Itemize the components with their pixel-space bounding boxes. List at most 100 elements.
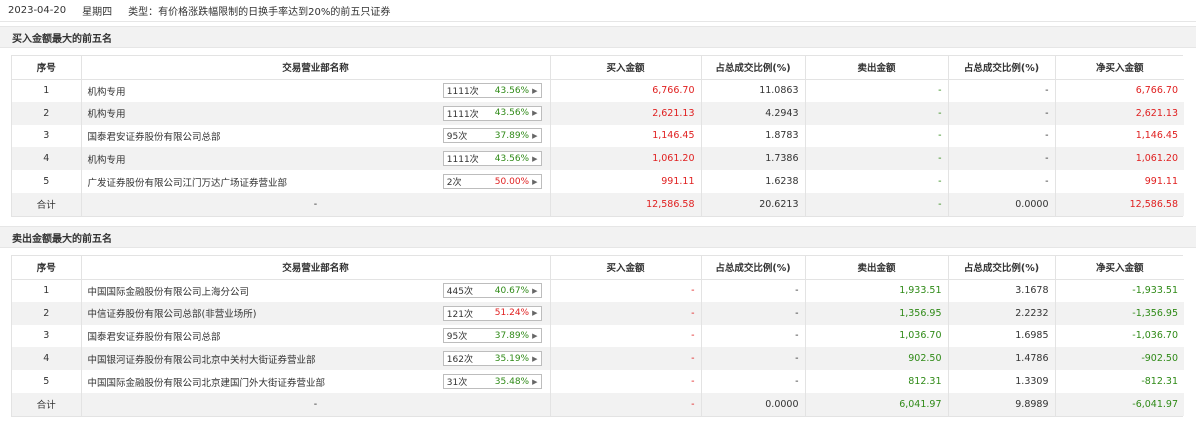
chevron-right-icon: ▶ <box>532 86 538 95</box>
buy-amount-cell: 6,766.70 <box>550 79 702 102</box>
branch-name: 机构专用 <box>87 86 126 98</box>
branch-name: 机构专用 <box>87 154 126 166</box>
buy-ratio-cell: - <box>701 279 806 302</box>
success-rate: 43.56% <box>494 85 530 96</box>
net-buy-cell: -1,933.51 <box>1055 279 1184 302</box>
sell-ratio-cell: - <box>948 101 1056 125</box>
total-buy-amount: 12,586.58 <box>550 192 702 216</box>
rank-cell: 5 <box>12 370 82 393</box>
total-buy-ratio: 0.0000 <box>701 392 806 416</box>
buy-ratio-cell: - <box>701 301 806 325</box>
table-row: 4 中国银河证券股份有限公司北京中关村大街证券营业部 162次 35.19% ▶ - -90… <box>12 347 1184 371</box>
chevron-right-icon: ▶ <box>532 109 538 118</box>
branch-stats-badge[interactable]: 95次 37.89% ▶ <box>442 328 542 344</box>
buy-amount-cell: 1,061.20 <box>550 147 702 171</box>
branch-stats-badge[interactable]: 31次 35.48% ▶ <box>442 374 542 390</box>
total-net-buy: 12,586.58 <box>1055 192 1184 216</box>
table-row: 1 机构专用 1111次 43.56% ▶ 6,766.70 11.0863- -6,766.… <box>12 79 1184 102</box>
branch-cell: 中国国际金融股份有限公司北京建国门外大街证券营业部 31次 35.48% ▶ <box>81 370 551 393</box>
buy-amount-cell: - <box>550 347 702 371</box>
listing-count: 1111次 <box>446 155 479 166</box>
branch-stats-badge[interactable]: 445次 40.67% ▶ <box>442 283 542 299</box>
table-row: 3 国泰君安证券股份有限公司总部 95次 37.89% ▶ - -1,036.70 1.698… <box>12 324 1184 348</box>
net-buy-cell: 6,766.70 <box>1055 79 1184 102</box>
sell-amount-cell: 1,036.70 <box>805 324 949 348</box>
col-header-buy-amount: 买入金额 <box>550 256 702 280</box>
branch-name: 中国国际金融股份有限公司上海分公司 <box>87 286 250 298</box>
branch-cell: 中国银河证券股份有限公司北京中关村大街证券营业部 162次 35.19% ▶ <box>81 347 551 371</box>
col-header-net-buy: 净买入金额 <box>1055 56 1184 80</box>
table-row: 1 中国国际金融股份有限公司上海分公司 445次 40.67% ▶ - -1,933.51 3… <box>12 279 1184 302</box>
total-row: 合计 - -0.0000 6,041.97 9.8989 -6,041.97 <box>12 392 1184 416</box>
sell-amount-cell: - <box>805 170 949 193</box>
buy-ratio-cell: - <box>701 347 806 371</box>
branch-stats-badge[interactable]: 95次 37.89% ▶ <box>442 128 542 144</box>
branch-stats-badge[interactable]: 1111次 43.56% ▶ <box>442 105 542 121</box>
total-label: 合计 <box>12 192 82 216</box>
col-header-buy-ratio: 占总成交比例(%) <box>701 56 806 80</box>
branch-stats-badge[interactable]: 121次 51.24% ▶ <box>442 305 542 321</box>
net-buy-cell: 2,621.13 <box>1055 101 1184 125</box>
buy-amount-cell: 1,146.45 <box>550 124 702 148</box>
col-header-buy-amount: 买入金额 <box>550 56 702 80</box>
success-rate: 43.56% <box>494 108 530 119</box>
success-rate: 50.00% <box>494 176 530 187</box>
rank-cell: 3 <box>12 124 82 148</box>
buy-ratio-cell: 1.6238 <box>701 170 806 193</box>
total-row: 合计 -12,586.58 20.6213-0.0000 12,586.58 <box>12 192 1184 216</box>
branch-cell-content: 机构专用 1111次 43.56% ▶ <box>87 83 544 99</box>
table-header-row: 序号 交易营业部名称 买入金额 占总成交比例(%) 卖出金额 占总成交比例(%)… <box>12 56 1184 80</box>
net-buy-cell: -1,036.70 <box>1055 324 1184 348</box>
table-row: 2 中信证券股份有限公司总部(非营业场所) 121次 51.24% ▶ - -1,356.9… <box>12 301 1184 325</box>
col-header-branch-name: 交易营业部名称 <box>81 256 551 280</box>
branch-cell: 机构专用 1111次 43.56% ▶ <box>81 147 551 171</box>
buy-ratio-cell: 4.2943 <box>701 101 806 125</box>
net-buy-cell: -1,356.95 <box>1055 301 1184 325</box>
listing-count: 162次 <box>446 355 473 366</box>
branch-cell-content: 中国银河证券股份有限公司北京中关村大街证券营业部 162次 35.19% ▶ <box>87 351 544 367</box>
branch-name: 中信证券股份有限公司总部(非营业场所) <box>87 309 257 321</box>
branch-stats-badge[interactable]: 1111次 43.56% ▶ <box>442 83 542 99</box>
branch-stats-badge[interactable]: 162次 35.19% ▶ <box>442 351 542 367</box>
total-sell-amount: 6,041.97 <box>805 392 949 416</box>
total-buy-amount: - <box>550 392 702 416</box>
sell-amount-cell: 812.31 <box>805 370 949 393</box>
branch-name: 国泰君安证券股份有限公司总部 <box>87 331 221 343</box>
success-rate: 43.56% <box>494 153 530 164</box>
success-rate: 35.48% <box>494 376 530 387</box>
listing-count: 95次 <box>446 132 468 143</box>
branch-name: 广发证券股份有限公司江门万达广场证券营业部 <box>87 177 288 189</box>
col-header-net-buy: 净买入金额 <box>1055 256 1184 280</box>
rank-cell: 2 <box>12 301 82 325</box>
col-header-branch-name: 交易营业部名称 <box>81 56 551 80</box>
col-header-sell-amount: 卖出金额 <box>805 256 949 280</box>
buy-ratio-cell: 1.7386 <box>701 147 806 171</box>
branch-name: 中国银河证券股份有限公司北京中关村大街证券营业部 <box>87 354 316 366</box>
net-buy-cell: 1,146.45 <box>1055 124 1184 148</box>
table-row: 4 机构专用 1111次 43.56% ▶ 1,061.20 1.7386- -1,061.2… <box>12 147 1184 171</box>
total-label: 合计 <box>12 392 82 416</box>
branch-stats-badge[interactable]: 2次 50.00% ▶ <box>442 174 542 190</box>
table-row: 5 中国国际金融股份有限公司北京建国门外大街证券营业部 31次 35.48% ▶ - -81… <box>12 370 1184 393</box>
total-sell-ratio: 9.8989 <box>948 392 1056 416</box>
branch-cell: 中信证券股份有限公司总部(非营业场所) 121次 51.24% ▶ <box>81 301 551 325</box>
branch-name: 国泰君安证券股份有限公司总部 <box>87 131 221 143</box>
chevron-right-icon: ▶ <box>532 309 538 318</box>
sell-amount-cell: - <box>805 147 949 171</box>
branch-cell-content: 机构专用 1111次 43.56% ▶ <box>88 105 544 121</box>
branch-cell-content: 机构专用 1111次 43.56% ▶ <box>87 151 544 167</box>
sell-amount-cell: - <box>805 124 949 148</box>
rank-cell: 5 <box>12 170 82 193</box>
listing-count: 95次 <box>446 332 468 343</box>
listing-count: 2次 <box>446 178 462 189</box>
total-branch-cell: - <box>81 192 551 216</box>
buy-ratio-cell: - <box>701 370 806 393</box>
branch-cell: 中国国际金融股份有限公司上海分公司 445次 40.67% ▶ <box>81 279 551 302</box>
branch-cell: 国泰君安证券股份有限公司总部 95次 37.89% ▶ <box>81 324 551 348</box>
rank-cell: 3 <box>12 324 82 348</box>
branch-stats-badge[interactable]: 1111次 43.56% ▶ <box>442 151 542 167</box>
buy-amount-cell: - <box>550 370 702 393</box>
branch-cell: 机构专用 1111次 43.56% ▶ <box>81 79 551 102</box>
table-row: 3 国泰君安证券股份有限公司总部 95次 37.89% ▶ 1,146.45 1.8783-… <box>12 124 1184 148</box>
chevron-right-icon: ▶ <box>532 354 538 363</box>
